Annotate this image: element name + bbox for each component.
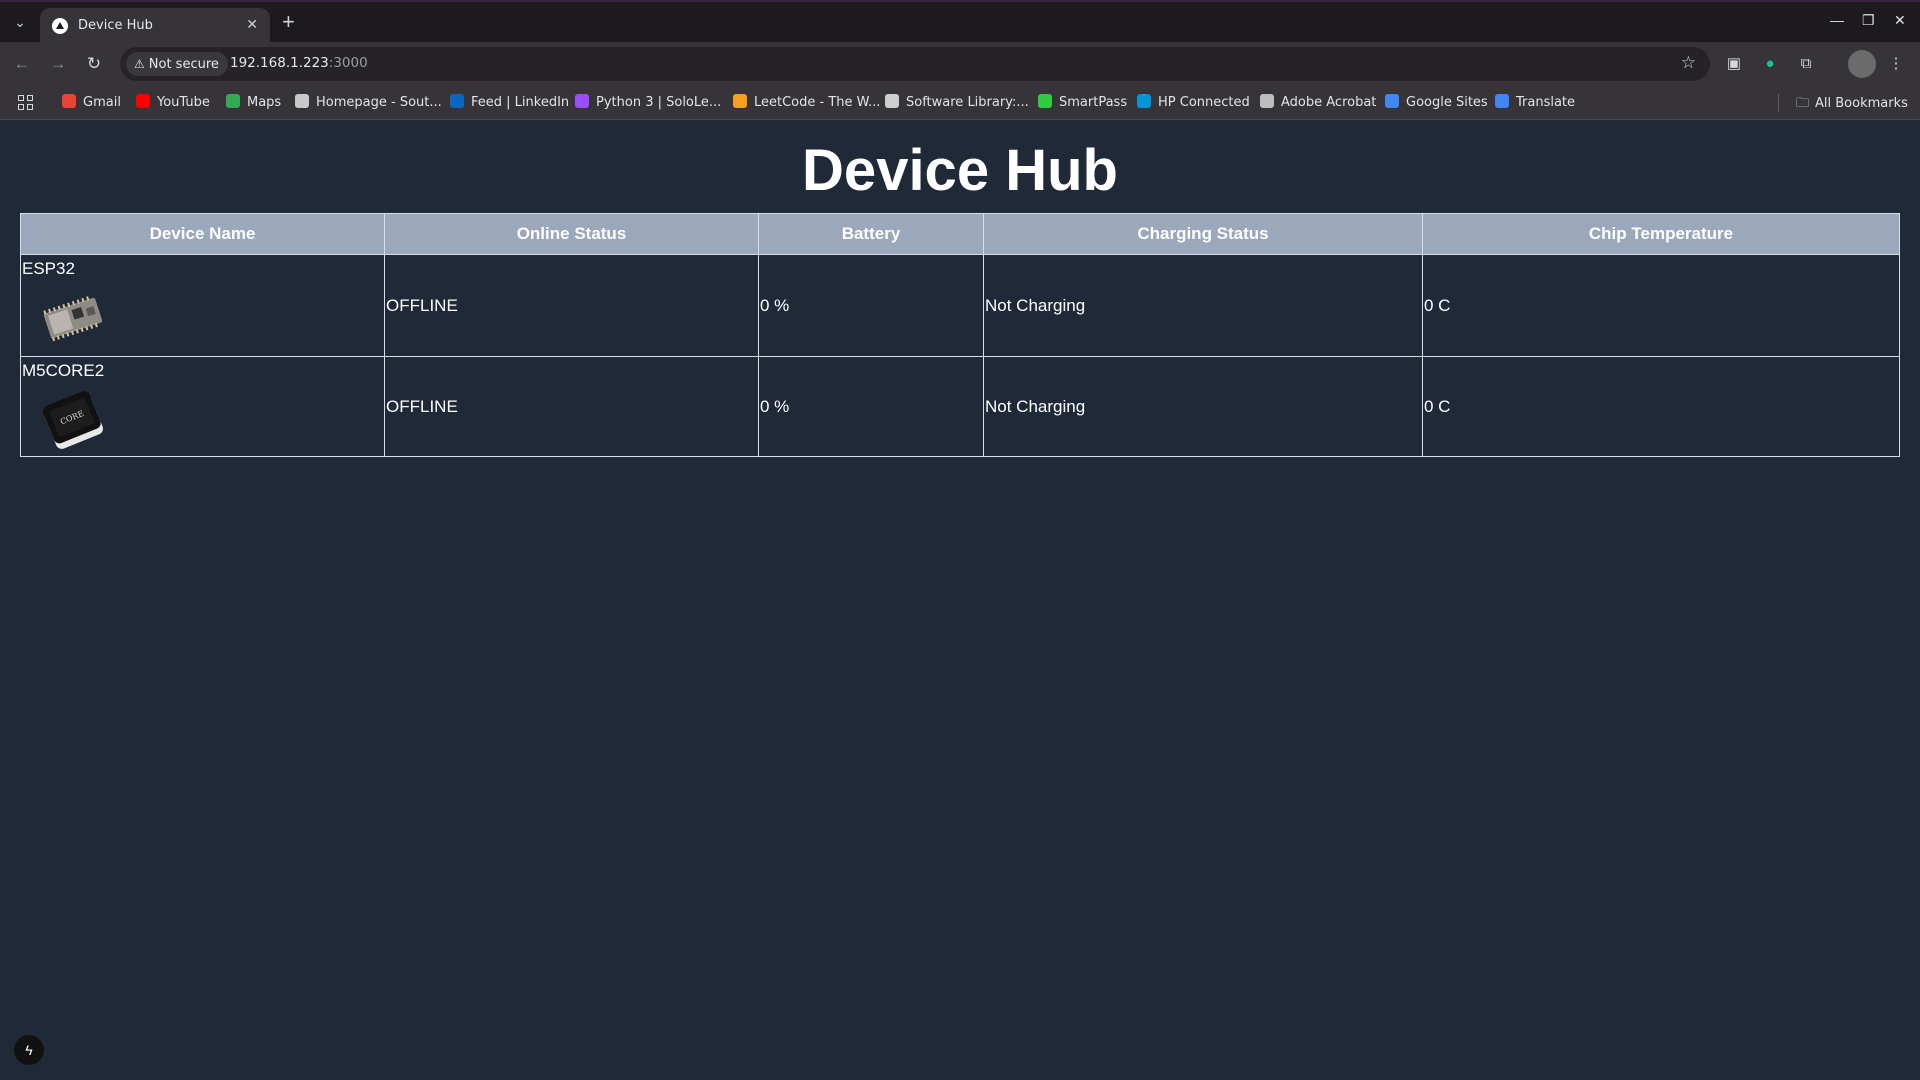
bookmark-label: Translate	[1516, 95, 1576, 110]
apps-grid-icon[interactable]	[18, 95, 34, 111]
table-row: M5CORE2 CORE OFFLINE 0 % Not Charging 0 …	[20, 356, 1900, 457]
all-bookmarks-label: All Bookmarks	[1815, 96, 1908, 111]
bookmarks-bar: Gmail YouTube Maps Homepage - Sout... Feed |…	[0, 86, 1920, 120]
device-name-cell: ESP32	[20, 254, 385, 357]
bookmark-label: Software Library:...	[906, 95, 1029, 110]
bookmark-label: HP Connected	[1158, 95, 1250, 110]
bookmark-label: Python 3 | SoloLe...	[596, 95, 722, 110]
page-content: Device Hub Device Name Online Status Bat…	[0, 121, 1920, 1080]
battery-cell: 0 %	[758, 254, 984, 357]
bookmark-label: Homepage - Sout...	[316, 95, 442, 110]
bookmark-item[interactable]: LeetCode - The W...	[733, 94, 880, 110]
url-port: :3000	[328, 55, 368, 71]
table-row: ESP32 OFFLINE 0 % Not Charging 0 C	[20, 254, 1900, 357]
column-header: Chip Temperature	[1422, 213, 1900, 255]
device-name: ESP32	[22, 259, 75, 278]
bookmark-label: LeetCode - The W...	[754, 95, 881, 110]
all-bookmarks-button[interactable]: 🗀 All Bookmarks	[1796, 94, 1908, 116]
tab-search-icon[interactable]: ⌄	[8, 10, 32, 34]
grammarly-icon[interactable]: ●	[1758, 52, 1782, 76]
address-bar[interactable]: ⚠ Not secure 192.168.1.223:3000 ☆	[120, 47, 1710, 81]
forward-icon[interactable]: →	[46, 52, 70, 76]
bookmark-favicon-icon	[1385, 94, 1399, 108]
page-title: Device Hub	[802, 138, 1118, 203]
bookmark-item[interactable]: Homepage - Sout...	[295, 94, 442, 110]
bookmark-favicon-icon	[295, 94, 309, 108]
device-name: M5CORE2	[22, 361, 105, 380]
new-tab-icon[interactable]: +	[282, 10, 295, 34]
extension-icon[interactable]: ▣	[1722, 52, 1746, 76]
m5core2-device-icon: CORE	[43, 391, 103, 449]
tab-title: Device Hub	[78, 18, 153, 33]
back-icon[interactable]: ←	[10, 52, 34, 76]
security-label: Not secure	[148, 57, 219, 72]
chip-temperature-cell: 0 C	[1422, 356, 1900, 457]
bookmark-favicon-icon	[575, 94, 589, 108]
bookmark-item[interactable]: Gmail	[62, 94, 121, 110]
window-close-icon[interactable]: ✕	[1894, 12, 1906, 29]
bookmark-label: Adobe Acrobat	[1281, 95, 1377, 110]
bookmark-item[interactable]: Python 3 | SoloLe...	[575, 94, 721, 110]
bookmark-item[interactable]: YouTube	[136, 94, 210, 110]
bookmark-star-icon[interactable]: ☆	[1681, 53, 1696, 73]
bookmark-favicon-icon	[733, 94, 747, 108]
bookmark-item[interactable]: Translate	[1495, 94, 1575, 110]
bookmark-item[interactable]: Google Sites	[1385, 94, 1488, 110]
restore-icon[interactable]: ❐	[1862, 12, 1875, 29]
device-name-cell: M5CORE2 CORE	[20, 356, 385, 457]
url-host: 192.168.1.223	[230, 55, 329, 71]
bookmark-favicon-icon	[136, 94, 150, 108]
folder-icon: 🗀	[1796, 96, 1810, 111]
bookmark-favicon-icon	[1495, 94, 1509, 108]
extensions-puzzle-icon[interactable]: ⧉	[1794, 52, 1818, 76]
bookmark-favicon-icon	[226, 94, 240, 108]
bookmark-favicon-icon	[1137, 94, 1151, 108]
device-table: Device Name Online Status Battery Chargi…	[20, 213, 1900, 457]
online-status-cell: OFFLINE	[384, 254, 759, 357]
online-status-cell: OFFLINE	[384, 356, 759, 457]
bookmark-label: Google Sites	[1406, 95, 1488, 110]
security-chip[interactable]: ⚠ Not secure	[126, 52, 228, 76]
bookmark-label: SmartPass	[1059, 95, 1128, 110]
toolbar: ← → ↻ ⚠ Not secure 192.168.1.223:3000 ☆ ▣…	[0, 42, 1920, 86]
bookmark-favicon-icon	[450, 94, 464, 108]
column-header: Online Status	[384, 213, 759, 255]
battery-cell: 0 %	[758, 356, 984, 457]
url-text: 192.168.1.223:3000	[230, 55, 368, 71]
bookmark-item[interactable]: HP Connected	[1137, 94, 1250, 110]
bookmark-favicon-icon	[1038, 94, 1052, 108]
reload-icon[interactable]: ↻	[82, 52, 106, 76]
minimize-icon[interactable]: —	[1830, 12, 1844, 28]
browser-tab[interactable]: Device Hub ✕	[40, 8, 270, 44]
site-favicon-icon	[52, 18, 68, 34]
bookmark-favicon-icon	[885, 94, 899, 108]
bookmark-label: Feed | LinkedIn	[471, 95, 570, 110]
column-header: Battery	[758, 213, 984, 255]
profile-avatar[interactable]	[1848, 50, 1876, 78]
bookmark-item[interactable]: Software Library:...	[885, 94, 1029, 110]
warning-icon: ⚠	[134, 57, 145, 71]
esp32-board-icon	[43, 296, 103, 342]
charging-status-cell: Not Charging	[983, 254, 1423, 357]
bookmark-separator	[1778, 94, 1779, 112]
charging-status-cell: Not Charging	[983, 356, 1423, 457]
bookmark-item[interactable]: Maps	[226, 94, 281, 110]
bookmark-favicon-icon	[1260, 94, 1274, 108]
table-header-row: Device Name Online Status Battery Chargi…	[20, 213, 1900, 255]
bookmark-label: YouTube	[157, 95, 210, 110]
chip-temperature-cell: 0 C	[1422, 254, 1900, 357]
dev-tools-lightning-icon[interactable]: ϟ	[14, 1035, 44, 1065]
bookmark-item[interactable]: Feed | LinkedIn	[450, 94, 569, 110]
tab-strip: ⌄ Device Hub ✕ + — ❐ ✕	[0, 0, 1920, 44]
bookmark-favicon-icon	[62, 94, 76, 108]
column-header: Device Name	[20, 213, 385, 255]
tab-close-icon[interactable]: ✕	[246, 16, 258, 33]
bookmark-label: Maps	[247, 95, 282, 110]
menu-kebab-icon[interactable]: ⋮	[1884, 52, 1908, 76]
bookmark-item[interactable]: Adobe Acrobat	[1260, 94, 1376, 110]
bookmark-item[interactable]: SmartPass	[1038, 94, 1127, 110]
column-header: Charging Status	[983, 213, 1423, 255]
bookmark-label: Gmail	[83, 95, 121, 110]
